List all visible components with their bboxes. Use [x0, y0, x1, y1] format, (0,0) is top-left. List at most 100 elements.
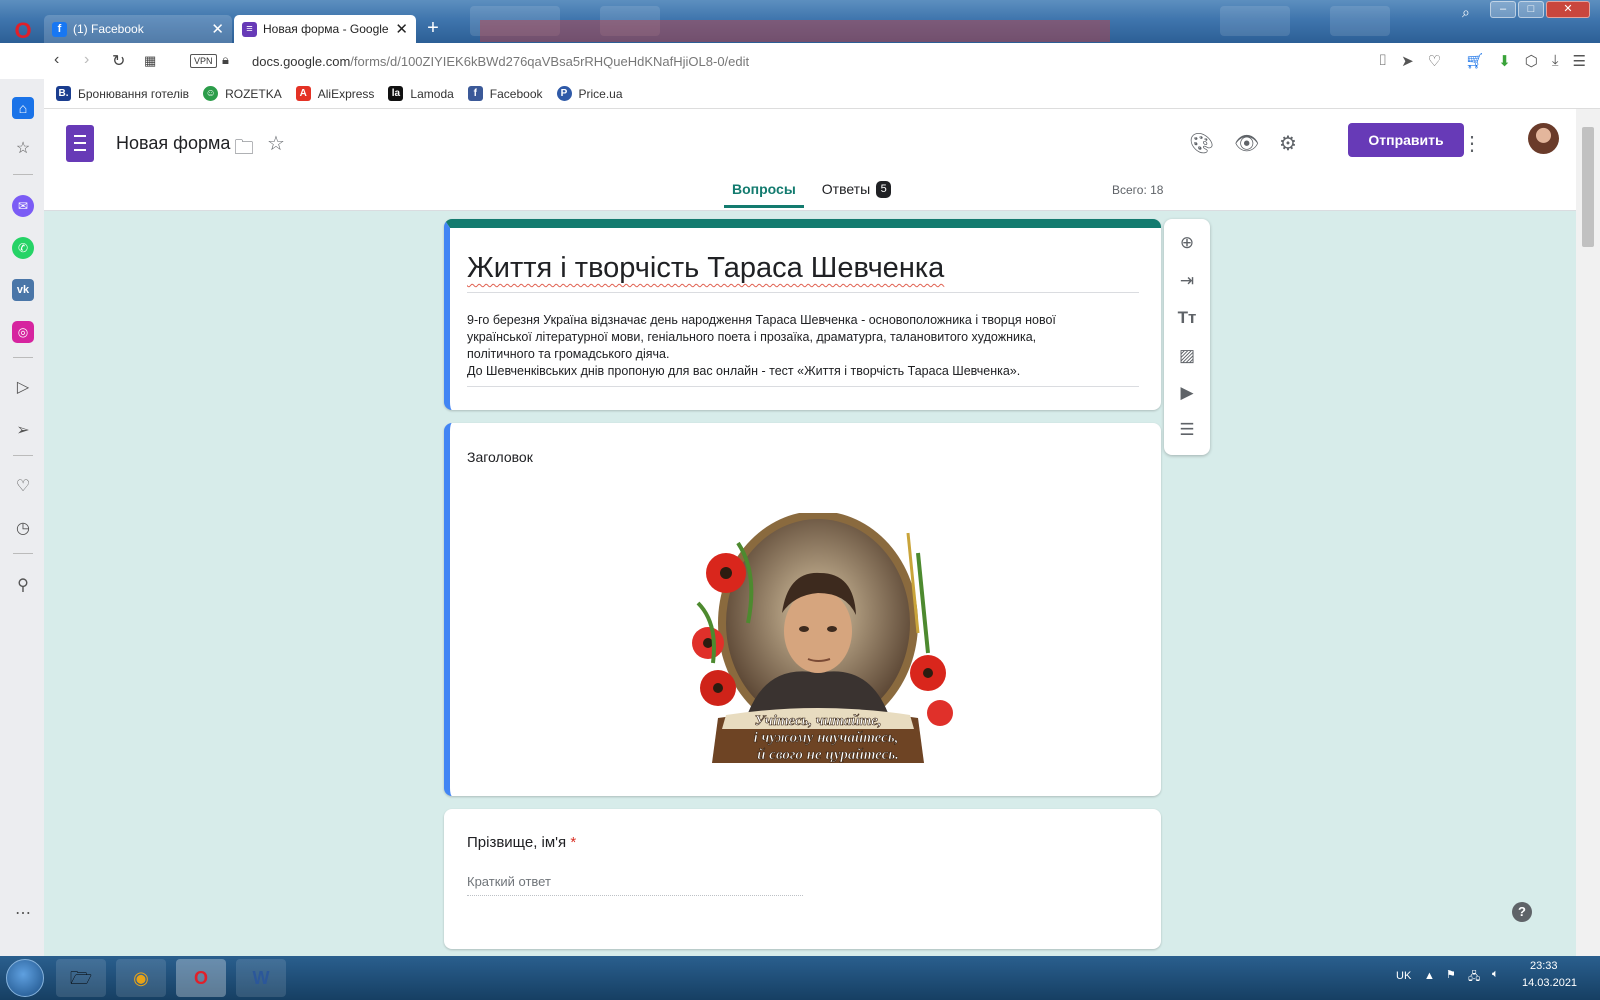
box-icon[interactable]: ⬡: [1525, 52, 1538, 70]
new-tab-button[interactable]: +: [422, 17, 444, 39]
tab-google-form[interactable]: ≡ Новая форма - Google Фо ✕: [234, 15, 416, 43]
tab-responses[interactable]: Ответы 5: [822, 181, 892, 208]
question-card[interactable]: Прізвище, ім'я * Краткий ответ: [444, 809, 1161, 949]
opera-task-icon[interactable]: O: [176, 959, 226, 997]
reload-icon[interactable]: ↻: [112, 51, 125, 71]
windows-taskbar: 🗁︎ ◉ O W UK ▲ ⚑ 🖧︎ 🔈︎ 23:33 14.03.2021: [0, 956, 1600, 1000]
bookmarks-heart-icon[interactable]: ♡: [12, 476, 34, 498]
add-question-icon[interactable]: ⊕: [1175, 231, 1199, 255]
maximize-button[interactable]: □: [1518, 1, 1544, 18]
forms-favicon-icon: ≡: [242, 21, 257, 37]
form-title[interactable]: Життя і творчість Тараса Шевченка: [467, 252, 944, 285]
chrome-task-icon[interactable]: ◉: [116, 959, 166, 997]
bookmark-icon: P: [556, 86, 572, 101]
tab-label: Новая форма - Google Фо: [263, 22, 389, 36]
page-scrollbar[interactable]: [1576, 109, 1600, 956]
bookmark-item[interactable]: la Lamoda: [388, 86, 454, 101]
bookmark-item[interactable]: A AliExpress: [295, 86, 374, 101]
bookmark-label: Lamoda: [410, 86, 454, 101]
back-icon[interactable]: ‹: [54, 51, 59, 69]
short-answer-field[interactable]: Краткий ответ: [467, 874, 803, 896]
tab-facebook[interactable]: f (1) Facebook ✕: [44, 15, 232, 43]
close-window-button[interactable]: ✕: [1546, 1, 1590, 18]
forward-icon[interactable]: ›: [84, 51, 89, 69]
add-section-icon[interactable]: ☰: [1175, 418, 1199, 442]
start-button[interactable]: [6, 959, 44, 997]
instagram-icon[interactable]: ◎: [12, 321, 34, 343]
tabs-grid-icon[interactable]: ▦: [144, 53, 156, 69]
bookmark-item[interactable]: ☺ ROZETKA: [203, 86, 282, 101]
vpn-badge[interactable]: VPN: [190, 54, 217, 68]
flow-icon[interactable]: ➢: [12, 420, 34, 442]
extension-icon[interactable]: ⬇: [1498, 52, 1511, 70]
send-button[interactable]: Отправить: [1348, 123, 1464, 157]
add-image-icon[interactable]: ▨: [1175, 344, 1199, 368]
total-points: Всего: 18: [1112, 183, 1164, 197]
star-icon[interactable]: ☆: [267, 131, 285, 156]
speed-dial-icon[interactable]: ☆: [12, 138, 34, 160]
action-center-icon[interactable]: ⚑: [1446, 968, 1456, 981]
form-title-card[interactable]: Життя і творчість Тараса Шевченка 9-го б…: [444, 219, 1161, 410]
close-tab-icon[interactable]: ✕: [395, 20, 408, 38]
clock-time[interactable]: 23:33: [1530, 960, 1558, 972]
tab-label: (1) Facebook: [73, 22, 144, 36]
camera-icon[interactable]: ⌷: [1378, 52, 1387, 70]
vk-icon[interactable]: vk: [12, 279, 34, 301]
shevchenko-portrait-image[interactable]: Учітесь, читайте, і чужому научайтесь, й…: [678, 513, 958, 771]
home-icon[interactable]: ⌂: [12, 97, 34, 119]
cart-icon[interactable]: 🛒︎: [1465, 52, 1484, 70]
help-icon[interactable]: ?: [1512, 902, 1532, 922]
whatsapp-icon[interactable]: ✆: [12, 237, 34, 259]
network-icon[interactable]: 🖧︎: [1468, 968, 1480, 987]
add-title-icon[interactable]: Tт: [1175, 306, 1199, 330]
bookmark-icon: la: [388, 86, 404, 101]
more-options-icon[interactable]: ⋯: [12, 903, 34, 925]
palette-icon[interactable]: 🎨︎: [1189, 131, 1214, 156]
menu-icon[interactable]: ☰: [1573, 52, 1586, 70]
forms-header: Новая форма 🗀︎ ☆ 🎨︎ 👁︎ ⚙ Отправить ⋮ Воп…: [44, 109, 1576, 211]
import-questions-icon[interactable]: ⇥: [1175, 269, 1199, 293]
folder-icon[interactable]: 🗀︎: [234, 133, 254, 167]
bookmark-icon: B.: [56, 86, 71, 101]
forms-logo-icon[interactable]: [66, 125, 94, 162]
url-path: /forms/d/100ZIYIEK6kBWd276qaVBsa5rRHQueH…: [350, 54, 750, 69]
avatar[interactable]: [1528, 123, 1559, 154]
clock-date[interactable]: 14.03.2021: [1522, 977, 1577, 989]
image-section-card[interactable]: Заголовок Учітесь, читайте, і чужому нау…: [444, 423, 1161, 796]
form-description[interactable]: 9-го березня Україна відзначає день наро…: [467, 312, 1127, 380]
tips-bulb-icon[interactable]: ⚲: [12, 575, 34, 597]
description-line: 9-го березня Україна відзначає день наро…: [467, 313, 1056, 327]
bookmark-item[interactable]: P Price.ua: [556, 86, 623, 101]
bookmark-label: Facebook: [489, 86, 543, 101]
download-icon[interactable]: ⤓: [1552, 52, 1559, 70]
browser-titlebar: O f (1) Facebook ✕ ≡ Новая форма - Googl…: [0, 0, 1600, 43]
settings-gear-icon[interactable]: ⚙: [1279, 131, 1297, 156]
more-vert-icon[interactable]: ⋮: [1462, 131, 1482, 156]
tray-arrow-icon[interactable]: ▲: [1424, 970, 1435, 982]
close-tab-icon[interactable]: ✕: [211, 20, 224, 38]
bookmark-icon: f: [467, 86, 483, 101]
bookmark-item[interactable]: f Facebook: [467, 86, 543, 101]
preview-eye-icon[interactable]: 👁︎: [1234, 131, 1259, 156]
tab-questions[interactable]: Вопросы: [724, 181, 804, 208]
document-title[interactable]: Новая форма: [116, 133, 230, 154]
add-video-icon[interactable]: ▶: [1175, 381, 1199, 405]
bookmark-item[interactable]: B. Бронювання готелів: [56, 86, 189, 101]
minimize-button[interactable]: –: [1490, 1, 1516, 18]
heart-icon[interactable]: ♡: [1428, 52, 1441, 70]
explorer-task-icon[interactable]: 🗁︎: [56, 959, 106, 997]
history-icon[interactable]: ◷: [12, 518, 34, 540]
word-task-icon[interactable]: W: [236, 959, 286, 997]
opera-logo-icon[interactable]: O: [10, 18, 36, 44]
lock-icon[interactable]: 🔒︎: [222, 52, 229, 68]
section-title[interactable]: Заголовок: [467, 449, 533, 465]
search-tabs-icon[interactable]: ⌕: [1462, 4, 1470, 21]
question-title[interactable]: Прізвище, ім'я *: [467, 834, 576, 851]
send-icon[interactable]: ➤: [1401, 52, 1414, 70]
bookmark-label: ROZETKA: [225, 86, 282, 101]
language-indicator[interactable]: UK: [1396, 970, 1411, 982]
url-field[interactable]: docs.google.com/forms/d/100ZIYIEK6kBWd27…: [252, 54, 749, 69]
player-icon[interactable]: ▷: [12, 377, 34, 399]
messenger-icon[interactable]: ✉: [12, 195, 34, 217]
volume-icon[interactable]: 🔈︎: [1492, 968, 1499, 981]
